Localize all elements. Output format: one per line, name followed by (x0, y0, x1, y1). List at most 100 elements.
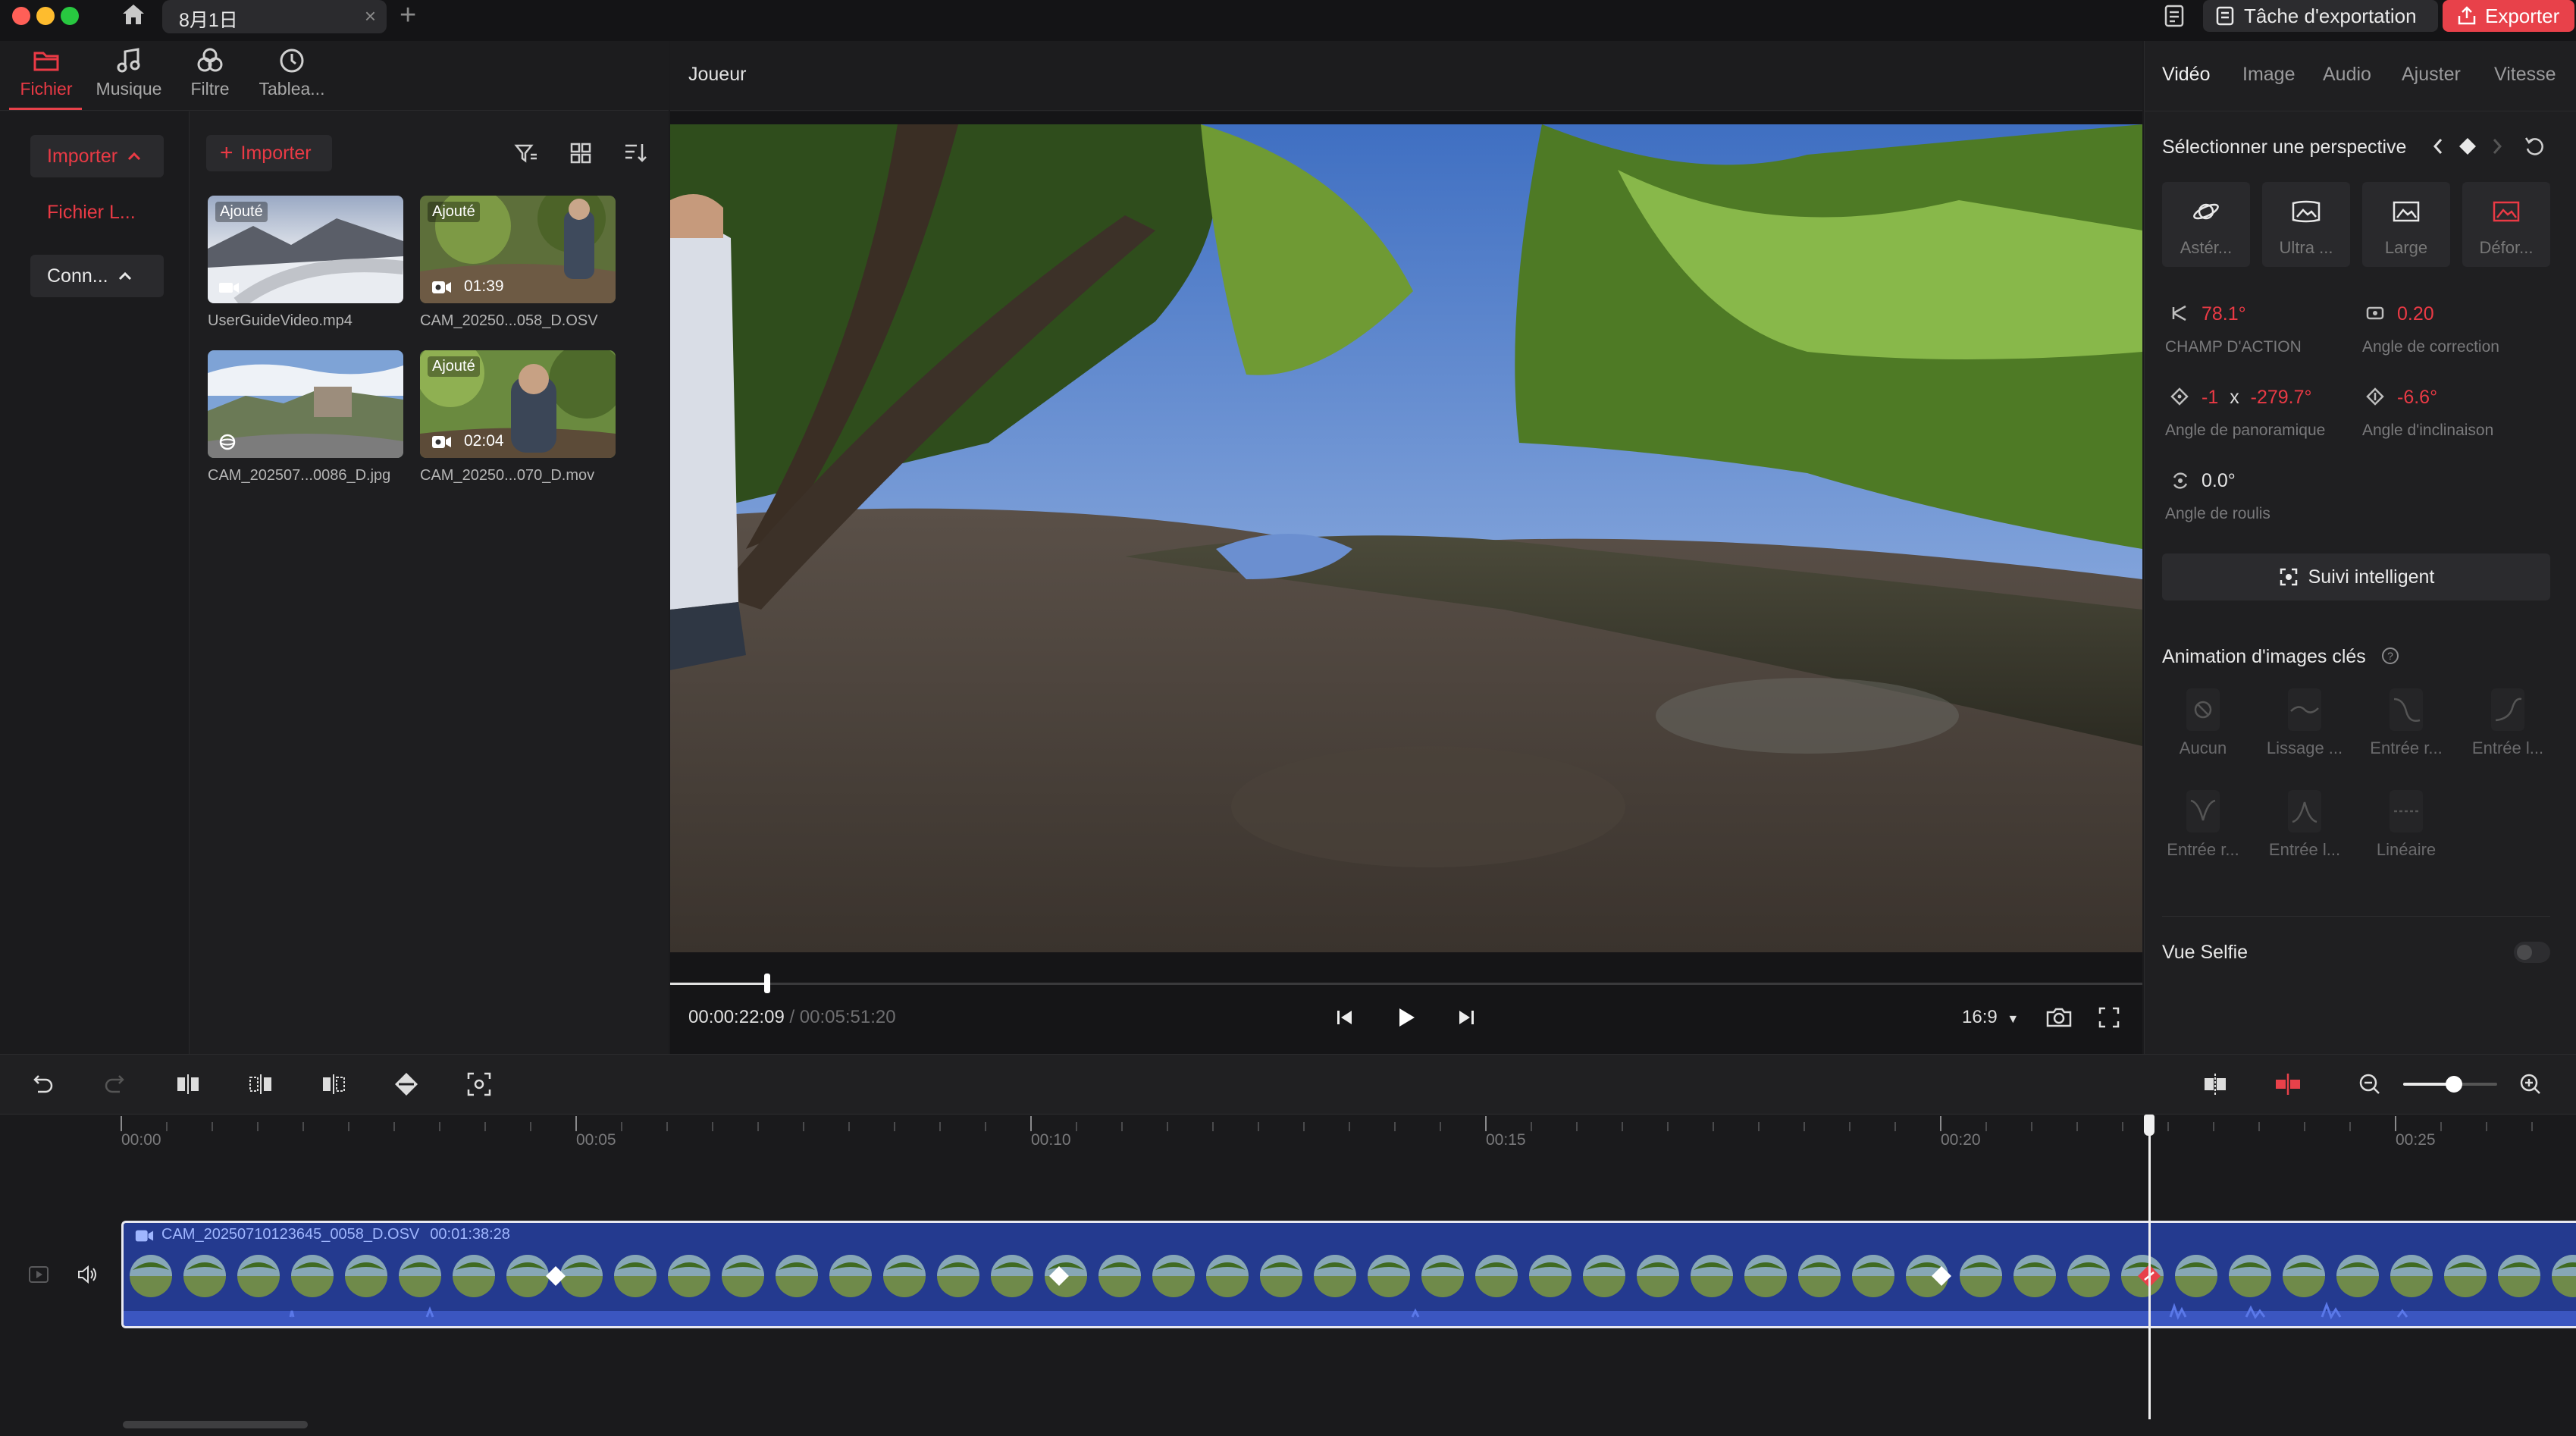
tab-ajuster[interactable]: Ajuster (2402, 64, 2461, 86)
active-tab-indicator (9, 108, 82, 110)
pan-value[interactable]: -1 x -279.7° (2202, 387, 2312, 409)
perspective-ultra-wide[interactable]: Ultra ... (2262, 182, 2350, 267)
keyframe-marker[interactable] (1930, 1265, 1953, 1287)
perspective-large[interactable]: Large (2362, 182, 2450, 267)
scrub-bar[interactable] (670, 983, 2142, 985)
player-header (670, 41, 2142, 111)
correction-value[interactable]: 0.20 (2397, 303, 2434, 325)
tab-musique[interactable]: Musique (87, 45, 171, 99)
tab-tableau-label: Tablea... (259, 79, 325, 99)
fov-value[interactable]: 78.1° (2202, 303, 2246, 325)
timeline-scrollbar[interactable] (123, 1421, 308, 1428)
reset-icon[interactable] (2523, 135, 2546, 158)
playhead[interactable] (2148, 1116, 2151, 1419)
connect-category-button[interactable]: Conn... (30, 255, 164, 297)
tab-video[interactable]: Vidéo (2162, 64, 2211, 86)
chevron-left-icon[interactable] (2429, 135, 2447, 158)
fullscreen-icon[interactable] (2094, 1002, 2124, 1033)
track-preview-icon[interactable] (27, 1263, 50, 1286)
tilt-value[interactable]: -6.6° (2397, 387, 2437, 409)
easing-entry-d[interactable]: Entrée l... (2261, 784, 2349, 869)
playhead-handle[interactable] (2144, 1115, 2155, 1136)
export-button[interactable]: Exporter (2443, 0, 2574, 32)
zoom-in-icon[interactable] (2515, 1069, 2546, 1099)
easing-linear[interactable]: Linéaire (2362, 784, 2450, 869)
ease-in-curve-icon (2390, 688, 2423, 731)
tab-audio[interactable]: Audio (2323, 64, 2371, 86)
import-category-button[interactable]: Importer (30, 135, 164, 177)
tab-vitesse[interactable]: Vitesse (2494, 64, 2573, 86)
help-icon[interactable]: ? (2380, 646, 2400, 666)
export-task-button[interactable]: Tâche d'exportation (2203, 0, 2438, 32)
sort-icon[interactable] (622, 140, 649, 167)
clip-filmstrip (124, 1255, 2576, 1326)
tab-fichier[interactable]: Fichier (5, 45, 88, 99)
minimize-window-button[interactable] (36, 7, 55, 25)
video-preview[interactable] (670, 124, 2142, 952)
close-window-button[interactable] (12, 7, 30, 25)
easing-label: Entrée l... (2471, 738, 2544, 757)
media-sidebar (0, 111, 190, 1054)
keyframe-marker[interactable] (1048, 1265, 1070, 1287)
easing-entry-c[interactable]: Entrée r... (2159, 784, 2247, 869)
chevron-right-icon[interactable] (2488, 135, 2506, 158)
track-audio-icon[interactable] (76, 1263, 99, 1286)
tab-filtre[interactable]: Filtre (168, 45, 252, 99)
keyframe-icon[interactable] (391, 1069, 421, 1099)
media-item-thumbnail[interactable]: Ajouté (208, 196, 403, 303)
zoom-window-button[interactable] (61, 7, 79, 25)
media-item-thumbnail[interactable] (208, 350, 403, 458)
snap-icon[interactable] (2200, 1069, 2230, 1099)
add-tab-button[interactable]: + (400, 0, 416, 30)
added-tag: Ajouté (428, 202, 480, 222)
perspective-label: Défor... (2479, 238, 2534, 257)
notes-icon[interactable] (2162, 3, 2188, 29)
tab-image[interactable]: Image (2242, 64, 2295, 86)
link-split-icon[interactable] (2273, 1069, 2303, 1099)
timeline-clip[interactable]: CAM_20250710123645_0058_D.OSV 00:01:38:28 (121, 1221, 2576, 1328)
easing-label: Aucun (2179, 738, 2227, 757)
project-tab[interactable]: 8月1日 × (162, 0, 387, 33)
grid-view-icon[interactable] (567, 140, 594, 167)
easing-entry-b[interactable]: Entrée l... (2464, 682, 2552, 767)
keyframe-diamond-icon[interactable] (2458, 136, 2477, 156)
undo-icon[interactable] (27, 1069, 58, 1099)
home-icon[interactable] (120, 2, 147, 27)
keyframe-marker[interactable] (544, 1265, 567, 1287)
play-icon[interactable] (1390, 1002, 1421, 1033)
tab-tableau[interactable]: Tablea... (250, 45, 334, 99)
redo-icon[interactable] (100, 1069, 130, 1099)
trim-right-icon[interactable] (318, 1069, 349, 1099)
export-task-icon (2216, 6, 2234, 26)
media-item-thumbnail[interactable]: Ajouté 01:39 (420, 196, 616, 303)
zoom-slider-knob[interactable] (2446, 1076, 2462, 1093)
aspect-ratio-select[interactable]: 16:9 ▼ (1962, 1007, 2019, 1028)
roll-value[interactable]: 0.0° (2202, 470, 2236, 492)
zoom-out-icon[interactable] (2355, 1069, 2385, 1099)
timeline-ruler[interactable] (0, 1115, 2576, 1133)
scrub-handle[interactable] (764, 974, 771, 993)
video-icon (219, 283, 239, 293)
easing-label: Lissage ... (2266, 738, 2343, 757)
media-item-thumbnail[interactable]: Ajouté 02:04 (420, 350, 616, 458)
easing-smooth[interactable]: Lissage ... (2261, 682, 2349, 767)
split-icon[interactable] (173, 1069, 203, 1099)
camera-icon[interactable] (2044, 1002, 2074, 1033)
local-files-item[interactable]: Fichier L... (47, 202, 136, 224)
perspective-deform[interactable]: Défor... (2462, 182, 2550, 267)
ruler-label: 00:00 (121, 1131, 161, 1149)
import-media-button[interactable]: + Importer (206, 135, 332, 171)
easing-entry-a[interactable]: Entrée r... (2362, 682, 2450, 767)
trim-left-icon[interactable] (246, 1069, 276, 1099)
smart-tracking-icon[interactable] (464, 1069, 494, 1099)
easing-label: Entrée l... (2268, 840, 2341, 859)
toggle-knob (2517, 945, 2532, 960)
skip-forward-icon[interactable] (1451, 1002, 1481, 1033)
fov-icon (2170, 303, 2189, 323)
close-tab-icon[interactable]: × (365, 5, 376, 28)
smart-tracking-button[interactable]: Suivi intelligent (2162, 553, 2550, 600)
perspective-asteroid[interactable]: Astér... (2162, 182, 2250, 267)
skip-back-icon[interactable] (1330, 1002, 1360, 1033)
easing-none[interactable]: Aucun (2159, 682, 2247, 767)
filter-icon[interactable] (512, 140, 540, 167)
